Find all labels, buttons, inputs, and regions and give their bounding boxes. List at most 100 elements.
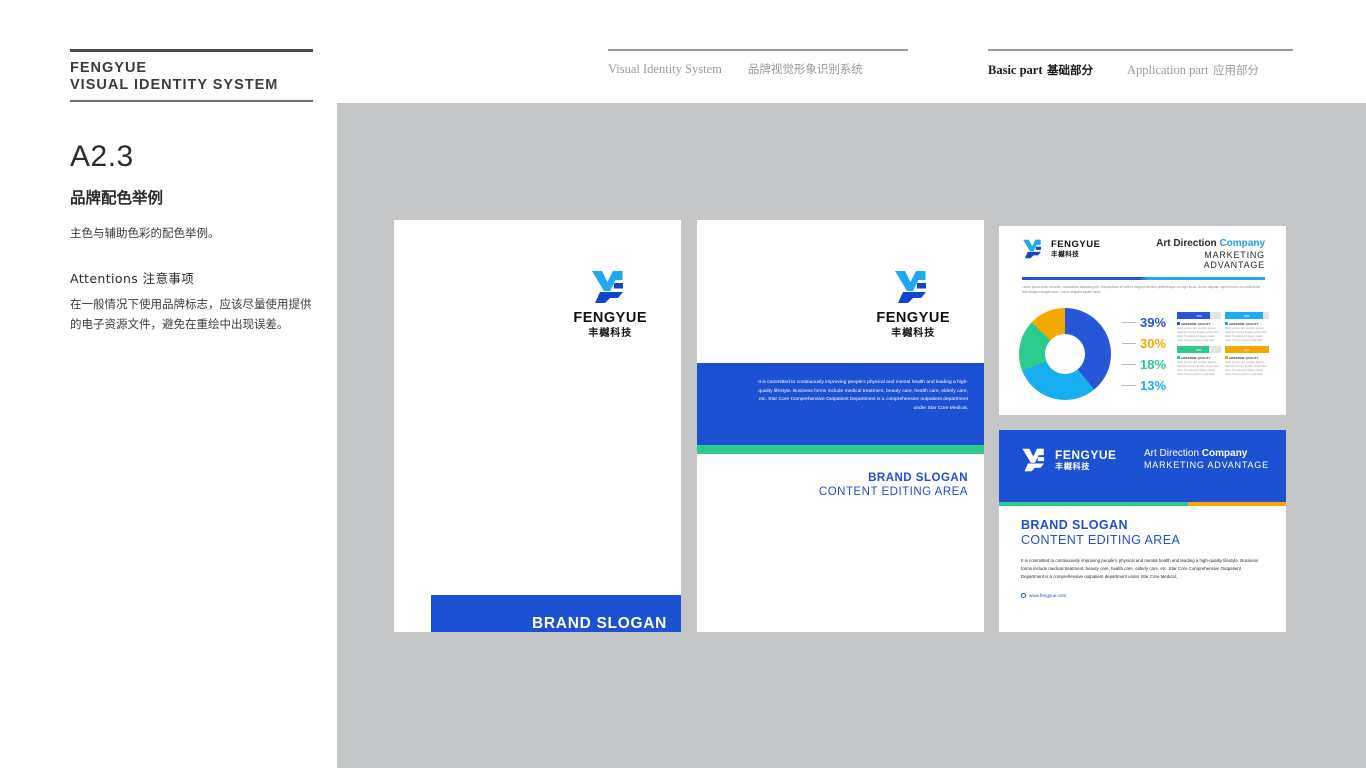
stat-bar-label-1: 68%: [1244, 313, 1250, 318]
stat-label-1: AWESOME QUALITY: [1229, 321, 1259, 326]
stat-box: 90% AWESOME QUALITY Dolor ut eros sed, p…: [1177, 346, 1221, 377]
chart-title-accent: Company: [1219, 238, 1265, 249]
tab-basic-part-en: Basic part: [988, 62, 1043, 77]
poster-2-paragraph: It is committed to continuously improvin…: [758, 380, 968, 411]
logo-wordmark-1: FENGYUE: [573, 310, 647, 326]
attentions-body: 在一般情况下使用品牌标志，应该尽量使用提供的电子资源文件，避免在重绘中出现误差。: [70, 297, 312, 331]
tab-application-part-en: Application part: [1126, 62, 1209, 77]
poster-3-url-row[interactable]: www.fengyue.com: [1021, 593, 1266, 598]
chart-title-main: Art Direction: [1156, 238, 1220, 249]
chart-title-line1: Art Direction Company: [1147, 238, 1265, 249]
brand-title-line2: VISUAL IDENTITY SYSTEM: [70, 77, 279, 93]
brand-title: FENGYUE VISUAL IDENTITY SYSTEM: [70, 52, 313, 94]
poster-1-slogan-band: BRAND SLOGAN CONTENT EDITING AREA: [431, 595, 681, 632]
chart-title-sub: MARKETING ADVANTAGE: [1203, 250, 1265, 270]
poster-2-slogan-line1: BRAND SLOGAN: [868, 472, 968, 484]
section-title: 品牌配色举例: [70, 189, 164, 207]
stat-text-2: Dolor ut eros sed, porttitor laoreet nas…: [1177, 361, 1219, 376]
chart-card-header: FENGYUE 丰樾科技 Art Direction Company MARKE…: [999, 226, 1286, 270]
stat-bar-label-3: 52%: [1244, 347, 1250, 352]
poster-3-body: BRAND SLOGAN CONTENT EDITING AREA It is …: [1021, 518, 1266, 598]
nav-group-sections: Basic part 基础部分 Application part 应用部分: [988, 49, 1293, 79]
poster-2-slogan-line2: CONTENT EDITING AREA: [818, 486, 968, 498]
donut-value-row: 39%: [1122, 312, 1174, 333]
stat-label-3: AWESOME QUALITY: [1229, 355, 1259, 360]
tab-application-part[interactable]: Application part 应用部分: [1127, 61, 1259, 79]
nav-group-subject: Visual Identity System 品牌视觉形象识别系统: [608, 49, 908, 77]
poster-3-slogan-line2: CONTENT EDITING AREA: [1021, 533, 1181, 547]
poster-card-3[interactable]: FENGYUE 丰樾科技 Art Direction Company MARKE…: [999, 430, 1286, 632]
stat-progress-bar: 90%: [1177, 346, 1221, 353]
leader-line: [1122, 385, 1136, 386]
poster-3-header: FENGYUE 丰樾科技 Art Direction Company MARKE…: [999, 430, 1286, 502]
chart-card-rule: [1022, 277, 1265, 280]
poster-1-slogan: BRAND SLOGAN CONTENT EDITING AREA: [447, 615, 667, 632]
logo-lockup-1: FENGYUE 丰樾科技: [573, 270, 647, 339]
logo-lockup-4: FENGYUE 丰樾科技: [1021, 448, 1117, 472]
section-code: A2.3: [70, 140, 134, 173]
divider-bottom: [70, 100, 313, 102]
donut-value-3: 13%: [1140, 378, 1167, 393]
nav-item-vis-cn[interactable]: 品牌视觉形象识别系统: [748, 61, 863, 77]
tab-application-part-cn: 应用部分: [1213, 62, 1259, 77]
chart-card-lorem: Lorem ipsum dolor sit amet, consectetur …: [1022, 285, 1261, 295]
stat-bar-label-2: 90%: [1196, 347, 1202, 352]
stat-box-grid: 75% AWESOME QUALITY Dolor ut eros sed, p…: [1177, 312, 1269, 377]
poster-card-1[interactable]: FENGYUE 丰樾科技 BRAND SLOGAN CONTENT EDITIN…: [394, 220, 681, 632]
logo-cn-2: 丰樾科技: [891, 327, 936, 339]
bullet-icon: [1225, 356, 1228, 359]
stat-text-3: Dolor ut eros sed, porttitor laoreet nas…: [1225, 361, 1267, 376]
stat-label-row: AWESOME QUALITY: [1225, 322, 1269, 326]
bullet-icon: [1177, 322, 1180, 325]
donut-value-row: 30%: [1122, 333, 1174, 354]
poster-card-2[interactable]: FENGYUE 丰樾科技 It is committed to continuo…: [697, 220, 984, 632]
vi-system-page: FENGYUE VISUAL IDENTITY SYSTEM Visual Id…: [0, 0, 1366, 768]
donut-value-row: 13%: [1122, 375, 1174, 396]
leader-line: [1122, 343, 1136, 344]
stat-label-row: AWESOME QUALITY: [1177, 322, 1221, 326]
donut-ring: [1019, 308, 1111, 400]
logo-wordmark-2: FENGYUE: [876, 310, 950, 326]
logo-cn-3: 丰樾科技: [1051, 250, 1080, 259]
poster-3-title: Art Direction Company MARKETING ADVANTAG…: [1144, 448, 1269, 470]
leader-line: [1122, 364, 1136, 365]
brand-title-line1: FENGYUE: [70, 60, 148, 76]
donut-chart: [1019, 308, 1111, 400]
stat-progress-bar: 52%: [1225, 346, 1269, 353]
nav-item-vis-en[interactable]: Visual Identity System: [608, 62, 722, 77]
stat-box: 52% AWESOME QUALITY Dolor ut eros sed, p…: [1225, 346, 1269, 377]
chart-card[interactable]: FENGYUE 丰樾科技 Art Direction Company MARKE…: [999, 226, 1286, 415]
poster-3-title-main: Art Direction: [1144, 448, 1202, 459]
donut-value-1: 30%: [1140, 336, 1167, 351]
logo-wordmark-4: FENGYUE: [1055, 448, 1117, 462]
stat-label-row: AWESOME QUALITY: [1177, 356, 1221, 360]
stat-bar-label-0: 75%: [1196, 313, 1202, 318]
stat-label-0: AWESOME QUALITY: [1181, 321, 1211, 326]
poster-2-slogan: BRAND SLOGAN CONTENT EDITING AREA: [718, 472, 968, 498]
fengyue-logo-icon: [895, 271, 927, 303]
stat-text-0: Dolor ut eros sed, porttitor laoreet nas…: [1177, 327, 1219, 342]
brand-block: FENGYUE VISUAL IDENTITY SYSTEM: [70, 49, 313, 102]
logo-wordmark-3: FENGYUE: [1051, 239, 1101, 251]
poster-3-title-line1: Art Direction Company: [1144, 448, 1269, 459]
fengyue-logo-icon: [1023, 239, 1041, 259]
chart-card-title: Art Direction Company MARKETING ADVANTAG…: [1147, 238, 1265, 270]
poster-3-url[interactable]: www.fengyue.com: [1029, 593, 1066, 598]
donut-value-0: 39%: [1140, 315, 1167, 330]
sidebar: A2.3 品牌配色举例 主色与辅助色彩的配色举例。 Attentions 注意事…: [70, 140, 315, 334]
poster-3-title-sub: MARKETING ADVANTAGE: [1144, 460, 1269, 470]
stat-box: 75% AWESOME QUALITY Dolor ut eros sed, p…: [1177, 312, 1221, 343]
poster-3-title-accent: Company: [1201, 448, 1248, 459]
logo-lockup-2: FENGYUE 丰樾科技: [876, 270, 950, 339]
tab-basic-part[interactable]: Basic part 基础部分: [988, 61, 1093, 79]
stat-box: 68% AWESOME QUALITY Dolor ut eros sed, p…: [1225, 312, 1269, 343]
stat-text-1: Dolor ut eros sed, porttitor laoreet nas…: [1225, 327, 1267, 342]
section-description: 主色与辅助色彩的配色举例。: [70, 226, 220, 240]
tab-basic-part-cn: 基础部分: [1046, 62, 1093, 77]
logo-cn-1: 丰樾科技: [588, 327, 633, 339]
leader-line: [1122, 322, 1136, 323]
poster-3-accent-stripe: [999, 502, 1286, 506]
poster-3-paragraph: It is committed to continuously improvin…: [1021, 558, 1259, 579]
bullet-icon: [1177, 356, 1180, 359]
donut-value-row: 18%: [1122, 354, 1174, 375]
